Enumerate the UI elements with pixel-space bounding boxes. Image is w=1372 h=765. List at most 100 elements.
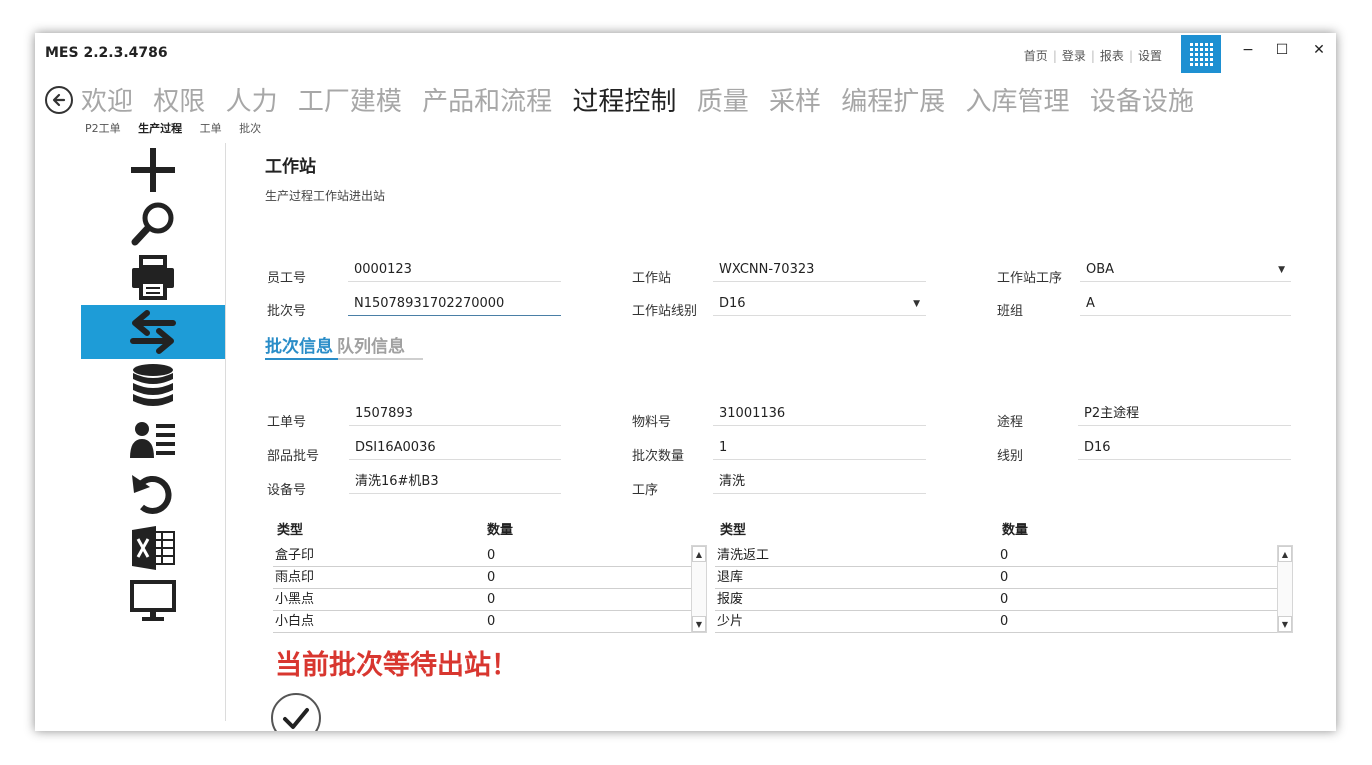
status-message: 当前批次等待出站！ bbox=[275, 650, 518, 681]
minimize-button[interactable]: − bbox=[1235, 39, 1261, 61]
transfer-icon bbox=[130, 310, 176, 354]
login-link[interactable]: 登录 bbox=[1062, 49, 1086, 63]
nav-hr[interactable]: 人力 bbox=[226, 87, 278, 117]
right-grid-scrollbar[interactable]: ▲ ▼ bbox=[1277, 545, 1293, 633]
nav-quality[interactable]: 质量 bbox=[697, 87, 749, 117]
nav-programming-ext[interactable]: 编程扩展 bbox=[841, 87, 945, 117]
home-link[interactable]: 首页 bbox=[1024, 49, 1048, 63]
table-row[interactable]: 报废 0 bbox=[715, 589, 1277, 611]
subnav-production-process[interactable]: 生产过程 bbox=[138, 122, 182, 135]
tab-batch-info[interactable]: 批次信息 bbox=[265, 337, 333, 357]
nav-process-control[interactable]: 过程控制 bbox=[572, 87, 676, 117]
workorder-field: 1507893 bbox=[349, 404, 561, 426]
title-bar: MES 2.2.3.4786 首页 | 登录 | 报表 | 设置 − ☐ ✕ bbox=[35, 33, 1336, 73]
station-value: WXCNN-70323 bbox=[719, 262, 815, 277]
scroll-up-icon[interactable]: ▲ bbox=[1278, 546, 1292, 562]
team-value: A bbox=[1086, 296, 1095, 311]
station-field[interactable]: WXCNN-70323 bbox=[713, 260, 926, 282]
close-button[interactable]: ✕ bbox=[1306, 39, 1332, 61]
maximize-button[interactable]: ☐ bbox=[1269, 39, 1295, 61]
scroll-up-icon[interactable]: ▲ bbox=[692, 546, 706, 562]
table-row[interactable]: 少片 0 bbox=[715, 611, 1277, 633]
process-select[interactable]: OBA ▼ bbox=[1080, 260, 1291, 282]
sidebar-database-button[interactable] bbox=[81, 359, 225, 413]
team-field[interactable]: A bbox=[1080, 294, 1291, 316]
search-icon bbox=[131, 202, 174, 246]
report-link[interactable]: 报表 bbox=[1100, 49, 1124, 63]
sidebar-add-button[interactable] bbox=[81, 143, 225, 197]
table-row[interactable]: 退库 0 bbox=[715, 567, 1277, 589]
process-value: OBA bbox=[1086, 262, 1115, 277]
sidebar-excel-button[interactable] bbox=[81, 521, 225, 575]
part-batch-field: DSI16A0036 bbox=[349, 438, 561, 460]
table-row[interactable]: 雨点印 0 bbox=[273, 567, 691, 589]
nav-warehouse[interactable]: 入库管理 bbox=[966, 87, 1070, 117]
batch-qty-label: 批次数量 bbox=[632, 449, 685, 464]
user-list-icon bbox=[130, 422, 175, 458]
sidebar bbox=[81, 143, 225, 629]
sidebar-undo-button[interactable] bbox=[81, 467, 225, 521]
part-batch-value: DSI16A0036 bbox=[355, 440, 436, 455]
sidebar-transfer-button[interactable] bbox=[81, 305, 225, 359]
nav-factory-modeling[interactable]: 工厂建模 bbox=[298, 87, 402, 117]
employee-label: 员工号 bbox=[267, 271, 307, 286]
batch-field[interactable]: N15078931702270000 bbox=[348, 294, 561, 316]
nav-permission[interactable]: 权限 bbox=[153, 87, 205, 117]
app-grid-button[interactable] bbox=[1181, 35, 1221, 73]
line-value: D16 bbox=[719, 296, 746, 311]
plus-icon bbox=[131, 148, 175, 192]
workorder-value: 1507893 bbox=[355, 406, 413, 421]
confirm-button[interactable] bbox=[271, 693, 321, 731]
equipment-value: 清洗16#机B3 bbox=[355, 474, 439, 489]
info-tabs: 批次信息 队列信息 bbox=[265, 332, 409, 357]
employee-field[interactable]: 0000123 bbox=[348, 260, 561, 282]
dropdown-arrow-icon: ▼ bbox=[913, 299, 920, 309]
table-row[interactable]: 小白点 0 bbox=[273, 611, 691, 633]
dropdown-arrow-icon: ▼ bbox=[1278, 265, 1285, 275]
app-title: MES 2.2.3.4786 bbox=[45, 45, 168, 61]
subnav-workorder[interactable]: 工单 bbox=[200, 122, 222, 135]
left-grid-scrollbar[interactable]: ▲ ▼ bbox=[691, 545, 707, 633]
left-grid-qty-header: 数量 bbox=[487, 523, 514, 538]
scroll-down-icon[interactable]: ▼ bbox=[692, 616, 706, 632]
grid-icon bbox=[1189, 42, 1213, 66]
settings-link[interactable]: 设置 bbox=[1138, 49, 1162, 63]
sidebar-user-list-button[interactable] bbox=[81, 413, 225, 467]
batch-line-label: 线别 bbox=[997, 449, 1024, 464]
table-row[interactable]: 盒子印 0 bbox=[273, 545, 691, 567]
table-row[interactable]: 清洗返工 0 bbox=[715, 545, 1277, 567]
batch-qty-field: 1 bbox=[713, 438, 926, 460]
print-icon bbox=[132, 255, 174, 300]
scroll-down-icon[interactable]: ▼ bbox=[1278, 616, 1292, 632]
batch-line-field: D16 bbox=[1078, 438, 1291, 460]
operation-field: 清洗 bbox=[713, 472, 926, 494]
right-grid-type-header: 类型 bbox=[720, 523, 747, 538]
table-row[interactable]: 小黑点 0 bbox=[273, 589, 691, 611]
nav-welcome[interactable]: 欢迎 bbox=[81, 87, 133, 117]
excel-icon bbox=[132, 526, 175, 570]
batch-value: N15078931702270000 bbox=[354, 296, 505, 311]
tab-queue-info[interactable]: 队列信息 bbox=[337, 337, 405, 357]
nav-product-flow[interactable]: 产品和流程 bbox=[422, 87, 552, 117]
nav-sampling[interactable]: 采样 bbox=[769, 87, 821, 117]
sidebar-print-button[interactable] bbox=[81, 251, 225, 305]
route-field: P2主途程 bbox=[1078, 404, 1291, 426]
subnav-p2-workorder[interactable]: P2工单 bbox=[85, 122, 121, 135]
batch-line-value: D16 bbox=[1084, 440, 1111, 455]
undo-icon bbox=[132, 475, 172, 514]
monitor-icon bbox=[130, 580, 176, 621]
subnav-batch[interactable]: 批次 bbox=[239, 122, 261, 135]
line-select[interactable]: D16 ▼ bbox=[713, 294, 926, 316]
app-window: MES 2.2.3.4786 首页 | 登录 | 报表 | 设置 − ☐ ✕ 欢迎 权限 人… bbox=[35, 33, 1336, 731]
sidebar-search-button[interactable] bbox=[81, 197, 225, 251]
employee-value: 0000123 bbox=[354, 262, 412, 277]
route-value: P2主途程 bbox=[1084, 406, 1140, 421]
left-grid-type-header: 类型 bbox=[277, 523, 304, 538]
checkmark-icon bbox=[283, 708, 309, 729]
part-batch-label: 部品批号 bbox=[267, 449, 320, 464]
back-button[interactable] bbox=[45, 86, 73, 114]
nav-equipment[interactable]: 设备设施 bbox=[1090, 87, 1194, 117]
sidebar-monitor-button[interactable] bbox=[81, 575, 225, 629]
route-label: 途程 bbox=[997, 415, 1024, 430]
material-value: 31001136 bbox=[719, 406, 786, 421]
